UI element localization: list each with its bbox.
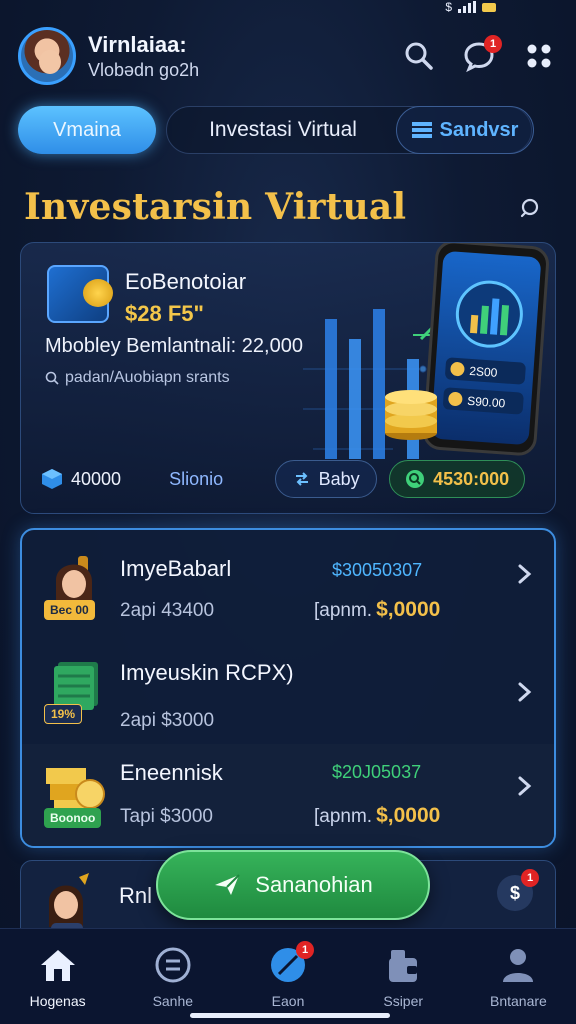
- nav-eaon-label: Eaon: [271, 992, 305, 1009]
- user-info: Virnlaiaa: Vlobədn go2h: [88, 32, 199, 81]
- row-right-value: $,0000: [376, 804, 441, 827]
- phone-value-2: S90.00: [467, 394, 506, 411]
- row-tag: Boonoo: [44, 808, 102, 828]
- battery-icon: [482, 2, 496, 12]
- featured-investment-card[interactable]: 2S00 S90.00 EoBenotoiar $28 F5" Mbobley …: [20, 242, 556, 514]
- grid-icon: [527, 44, 551, 68]
- list-icon: [411, 122, 432, 138]
- search-button[interactable]: [402, 39, 436, 73]
- send-fab-label: Sananohian: [255, 872, 373, 897]
- row-sub: 2api $3000: [120, 710, 215, 731]
- nav-sanhe-label: Sanhe: [152, 992, 194, 1009]
- menu-button[interactable]: [522, 39, 556, 73]
- avatar[interactable]: [18, 27, 76, 85]
- row-right: [apnm. $,0000: [314, 598, 440, 622]
- hero-title: EoBenotoiar: [125, 269, 247, 294]
- nav-bntanare[interactable]: Bntanare: [461, 929, 576, 1024]
- row-right-label: [apnm.: [314, 806, 373, 827]
- search-icon: [406, 470, 425, 488]
- profile-icon: [503, 948, 534, 982]
- row-right-value: $,0000: [376, 598, 441, 621]
- bottom-navigation: Hogenas Sanhe 1 Eaon Ssiper Bntanare: [0, 928, 576, 1024]
- list-item[interactable]: Bec 00 ImyeBabarl $30050307 2api 43400 […: [22, 538, 554, 642]
- app-header: Virnlaiaa: Vlobədn go2h 1: [18, 24, 556, 88]
- hero-foot-value-text: 40000: [71, 468, 122, 489]
- row-right: [apnm. $,0000: [314, 804, 440, 828]
- search-icon: [520, 198, 539, 218]
- header-actions: 1: [402, 35, 556, 73]
- buy-button[interactable]: Baby: [275, 460, 378, 498]
- nav-sanhe[interactable]: Sanhe: [115, 929, 230, 1024]
- row-name: ImyeBabarl: [120, 556, 232, 581]
- partial-item-name: Rnl: [119, 883, 153, 908]
- nav-ssiper-label: Ssiper: [383, 992, 424, 1009]
- phone-illustration: 2S00 S90.00: [421, 243, 551, 457]
- notification-badge: 1: [521, 869, 539, 887]
- row-name: Imyeuskin RCPX): [120, 660, 294, 685]
- wallet-icon: [389, 949, 418, 982]
- nav-home[interactable]: Hogenas: [0, 929, 115, 1024]
- wallet-coin-icon: [47, 265, 113, 323]
- notification-badge: 1: [484, 35, 502, 53]
- dollar-icon: $: [509, 882, 520, 903]
- coin-icon: [155, 947, 191, 982]
- section-title: Investarsin Virtual: [24, 186, 407, 228]
- price-button[interactable]: 4530:000: [389, 460, 526, 498]
- hero-foot-label: Slionio: [169, 468, 224, 489]
- nav-home-label: Hogenas: [29, 992, 86, 1009]
- hero-info-text: padan/Auobiapn srants: [65, 369, 230, 386]
- buy-button-label: Baby: [318, 468, 360, 489]
- home-indicator: [190, 1013, 390, 1018]
- home-icon: [40, 949, 75, 981]
- chevron-right-icon[interactable]: [516, 680, 534, 704]
- nav-eaon[interactable]: 1 Eaon: [230, 929, 345, 1024]
- price-button-label: 4530:000: [433, 468, 510, 489]
- growth-chart-icon: 2S00 S90.00: [443, 280, 526, 415]
- nav-bntanare-label: Bntanare: [490, 992, 547, 1009]
- search-icon: [45, 371, 59, 385]
- row-tag: 19%: [44, 704, 83, 724]
- dollar-button[interactable]: $ 1: [497, 869, 539, 911]
- notification-badge: 1: [296, 940, 314, 959]
- tab-sandvsr-label: Sandvsr: [439, 118, 519, 141]
- phone-value-1: 2S00: [469, 364, 498, 380]
- tab-main[interactable]: Vmaina: [18, 106, 156, 154]
- chevron-right-icon[interactable]: [516, 774, 534, 798]
- send-icon: [215, 874, 240, 895]
- section-search-button[interactable]: [514, 192, 546, 224]
- send-fab-button[interactable]: Sananohian: [156, 850, 430, 920]
- user-subtitle: Vlobədn go2h: [88, 59, 200, 80]
- row-tag: Bec 00: [44, 600, 95, 620]
- row-rate: $20J05037: [332, 762, 422, 782]
- cube-icon: [42, 469, 62, 489]
- list-item[interactable]: Boonoo Eneennisk $20J05037 Tapi $3000 [a…: [22, 744, 554, 846]
- row-rate: $30050307: [332, 560, 423, 580]
- signal-icon: [458, 1, 476, 13]
- list-item[interactable]: 19% Imyeuskin RCPX) 2api $3000: [22, 642, 554, 746]
- chevron-right-icon[interactable]: [516, 562, 534, 586]
- tab-sandvsr[interactable]: Sandvsr: [396, 106, 534, 154]
- search-icon: [405, 42, 433, 70]
- row-name: Eneennisk: [120, 760, 223, 785]
- hero-balance-line: Mbobley Bemlantnali: 22,000: [45, 335, 303, 357]
- hero-info-line: padan/Auobiapn srants: [45, 369, 230, 387]
- status-bar: $: [445, 0, 496, 14]
- swap-icon: [295, 472, 308, 486]
- row-sub: 2api 43400: [120, 600, 215, 621]
- hero-footer: 40000 Slionio Baby 4530:000: [41, 459, 535, 499]
- hero-amount: $28 F5": [125, 301, 204, 326]
- messages-button[interactable]: 1: [462, 35, 502, 73]
- investment-list: Bec 00 ImyeBabarl $30050307 2api 43400 […: [20, 528, 556, 848]
- user-name: Virnlaiaa:: [88, 31, 187, 57]
- row-sub: Tapi $3000: [120, 806, 213, 827]
- row-right-label: [apnm.: [314, 600, 373, 621]
- wifi-icon: $: [445, 0, 452, 14]
- coin-stack-icon: [385, 390, 437, 440]
- hero-foot-value: 40000: [41, 468, 121, 490]
- tab-investasi-virtual[interactable]: Investasi Virtual: [167, 106, 399, 154]
- nav-ssiper[interactable]: Ssiper: [346, 929, 461, 1024]
